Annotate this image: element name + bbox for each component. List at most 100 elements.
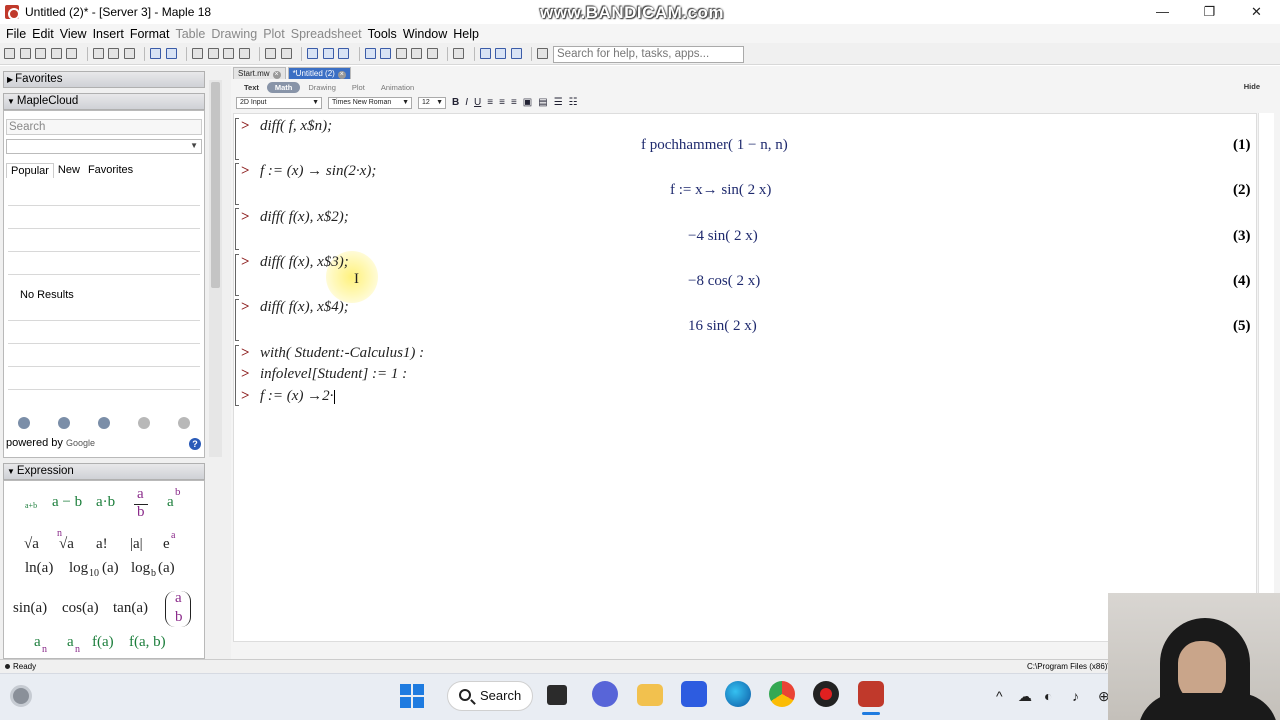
- help-icon[interactable]: ?: [189, 438, 201, 450]
- microphone-icon[interactable]: ♪: [1072, 688, 1079, 704]
- task-view-icon[interactable]: [547, 685, 567, 705]
- forward-icon[interactable]: [338, 48, 349, 59]
- chrome-icon[interactable]: [769, 681, 795, 707]
- sum-icon[interactable]: [238, 48, 250, 59]
- active-math-input[interactable]: f := (x) →2·: [260, 388, 336, 405]
- tab-favorites[interactable]: Favorites: [84, 163, 137, 178]
- equation-label[interactable]: (1): [1233, 137, 1251, 154]
- close-tab-icon[interactable]: ×: [272, 71, 281, 79]
- refresh-icon[interactable]: [98, 417, 110, 429]
- insert-text-icon[interactable]: [192, 48, 203, 59]
- input-style-select[interactable]: 2D Input ▼: [236, 96, 322, 109]
- save-icon[interactable]: [35, 48, 46, 59]
- edge-icon[interactable]: [725, 681, 751, 707]
- italic-button[interactable]: I: [465, 97, 468, 108]
- menu-drawing[interactable]: Drawing: [208, 27, 260, 41]
- debug-icon[interactable]: [411, 48, 422, 59]
- expression-header[interactable]: ▼ Expression: [3, 463, 205, 480]
- network-icon[interactable]: ◐: [1044, 688, 1052, 704]
- equation-label[interactable]: (3): [1233, 228, 1251, 245]
- palette-function-two-args[interactable]: f(a, b): [129, 634, 166, 651]
- math-input[interactable]: diff( f, x$n);: [260, 118, 332, 135]
- weather-icon[interactable]: [10, 685, 32, 707]
- palette-scrollbar-thumb[interactable]: [211, 82, 220, 288]
- favorites-header[interactable]: ▶ Favorites: [3, 71, 205, 88]
- bandicam-icon[interactable]: [813, 681, 839, 707]
- worksheet-scrollbar[interactable]: [1258, 113, 1274, 642]
- taskbar-search[interactable]: Search: [447, 681, 533, 711]
- math-input[interactable]: diff( f(x), x$4);: [260, 299, 349, 316]
- equation-label[interactable]: (4): [1233, 273, 1251, 290]
- tab-untitled[interactable]: *Untitled (2) ×: [287, 67, 351, 79]
- align-center-icon[interactable]: ≡: [499, 97, 505, 108]
- zoom-100-icon[interactable]: [479, 48, 491, 59]
- menu-file[interactable]: File: [3, 27, 29, 41]
- palette-nroot[interactable]: √a: [59, 536, 74, 553]
- hide-button[interactable]: Hide: [1244, 82, 1260, 91]
- math-input[interactable]: infolevel[Student] := 1 :: [260, 366, 407, 383]
- home-icon[interactable]: [322, 48, 334, 59]
- bullet-list-icon[interactable]: ☰: [554, 97, 563, 108]
- palette-log10[interactable]: log: [69, 560, 88, 577]
- back-icon[interactable]: [307, 48, 318, 59]
- math-input[interactable]: diff( f(x), x$3);: [260, 254, 349, 271]
- mode-text[interactable]: Text: [236, 82, 267, 93]
- undo-icon[interactable]: [150, 48, 161, 59]
- palette-tan[interactable]: tan(a): [113, 600, 148, 617]
- font-select[interactable]: Times New Roman ▼: [328, 96, 412, 109]
- equation-label[interactable]: (2): [1233, 182, 1251, 199]
- mode-plot[interactable]: Plot: [344, 82, 373, 93]
- palette-power-base[interactable]: a: [167, 494, 174, 511]
- settings-icon[interactable]: [453, 48, 464, 59]
- maximize-button[interactable]: ❐: [1186, 0, 1233, 24]
- palette-sin[interactable]: sin(a): [13, 600, 47, 617]
- palette-fraction-den[interactable]: b: [137, 504, 145, 521]
- menu-edit[interactable]: Edit: [29, 27, 57, 41]
- previous-icon[interactable]: [138, 417, 150, 429]
- palette-subscript-base[interactable]: a: [34, 634, 41, 651]
- math-input[interactable]: diff( f(x), x$2);: [260, 209, 349, 226]
- mathtype-icon[interactable]: [681, 681, 707, 707]
- mode-math[interactable]: Math: [266, 81, 301, 93]
- chevron-up-icon[interactable]: ^: [996, 688, 1003, 704]
- zoom-150-icon[interactable]: [495, 48, 506, 59]
- execute-icon[interactable]: [380, 48, 391, 59]
- redo-icon[interactable]: [165, 48, 177, 59]
- minimize-button[interactable]: —: [1139, 0, 1186, 24]
- palette-ln[interactable]: ln(a): [25, 560, 53, 577]
- align-left-icon[interactable]: ≡: [487, 97, 493, 108]
- menu-table[interactable]: Table: [172, 27, 208, 41]
- palette-minus[interactable]: a − b: [52, 494, 82, 511]
- menu-insert[interactable]: Insert: [90, 27, 127, 41]
- font-size-select[interactable]: 12 ▼: [418, 96, 446, 109]
- indent-icon[interactable]: [265, 48, 276, 59]
- stop-icon[interactable]: [395, 48, 407, 59]
- numbered-list-icon[interactable]: ☷: [569, 97, 578, 108]
- mode-drawing[interactable]: Drawing: [300, 82, 344, 93]
- upload-icon[interactable]: [18, 417, 30, 429]
- menu-window[interactable]: Window: [400, 27, 450, 41]
- palette-logb[interactable]: log: [131, 560, 150, 577]
- palette-sqrt[interactable]: √a: [24, 536, 39, 553]
- menu-view[interactable]: View: [57, 27, 90, 41]
- tab-new[interactable]: New: [54, 163, 84, 178]
- palette-exp-power[interactable]: a: [171, 530, 175, 541]
- menu-tools[interactable]: Tools: [365, 27, 400, 41]
- menu-format[interactable]: Format: [127, 27, 173, 41]
- maplecloud-search-input[interactable]: Search: [6, 119, 202, 135]
- palette-fraction-num[interactable]: a: [137, 486, 144, 503]
- toggle-icon[interactable]: [537, 48, 548, 59]
- color-icon[interactable]: ▣: [523, 97, 532, 108]
- close-button[interactable]: ✕: [1233, 0, 1280, 24]
- palette-factorial[interactable]: a!: [96, 536, 108, 553]
- bold-button[interactable]: B: [452, 97, 459, 108]
- menu-spreadsheet[interactable]: Spreadsheet: [288, 27, 365, 41]
- palette-power-exp[interactable]: b: [175, 486, 181, 498]
- onedrive-icon[interactable]: ☁: [1018, 688, 1032, 705]
- palette-sum[interactable]: a+b: [25, 501, 37, 510]
- paste-icon[interactable]: [123, 48, 135, 59]
- palette-cos[interactable]: cos(a): [62, 600, 99, 617]
- print-icon[interactable]: [66, 48, 77, 59]
- outdent-icon[interactable]: [280, 48, 292, 59]
- tab-start[interactable]: Start.mw ×: [233, 67, 286, 79]
